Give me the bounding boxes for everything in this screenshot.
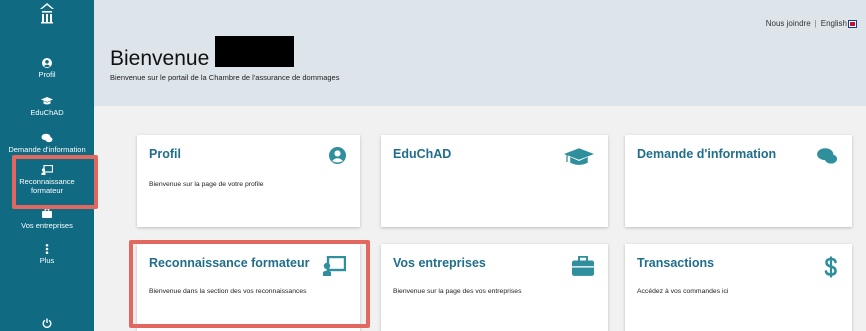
briefcase-icon [572, 255, 594, 281]
card-title: Vos entreprises [393, 256, 486, 270]
sidebar-item-demande-information[interactable]: Demande d'information [0, 133, 94, 154]
user-circle-icon [0, 58, 94, 68]
card-title: Profil [149, 147, 181, 161]
chat-bubbles-icon [0, 133, 94, 143]
logo-icon[interactable] [0, 2, 94, 26]
redacted-username [215, 36, 295, 67]
chalkboard-teacher-icon [322, 255, 347, 281]
chalkboard-teacher-icon [0, 165, 94, 175]
card-description: Bienvenue dans la section des vos reconn… [149, 288, 307, 295]
card-educhad[interactable]: EduChAD [381, 135, 608, 227]
card-description: Bienvenue sur la page des vos entreprise… [393, 288, 522, 295]
graduation-cap-icon [0, 96, 94, 106]
top-links: Nous joindre | English [766, 19, 857, 28]
sidebar-item-label: Vos entreprises [21, 221, 73, 230]
sidebar-item-label: Demande d'information [8, 145, 86, 154]
chat-bubbles-icon [816, 147, 838, 170]
sidebar-item-label: Profil [38, 70, 56, 79]
card-title: Demande d'information [637, 147, 777, 161]
page-title: Bienvenue [110, 36, 295, 74]
card-profil[interactable]: Profil Bienvenue sur la page de votre pr… [137, 135, 360, 227]
sidebar: Profil EduChAD Demande d'information Rec… [0, 0, 94, 331]
card-title: Transactions [637, 256, 715, 270]
dollar-icon [824, 256, 838, 283]
sidebar-item-profil[interactable]: Profil [0, 58, 94, 79]
card-description: Bienvenue sur la page de votre profile [149, 181, 264, 188]
card-demande-information[interactable]: Demande d'information [625, 135, 852, 227]
link-separator: | [814, 19, 817, 28]
logout-button[interactable] [0, 318, 94, 330]
card-reconnaissance-formateur[interactable]: Reconnaissance formateur Bienvenue dans … [137, 244, 360, 331]
sidebar-item-label: Reconnaissance formateur [19, 177, 75, 195]
language-label: English [820, 19, 847, 28]
uk-flag-icon [848, 20, 857, 28]
vertical-ellipsis-icon [0, 244, 94, 254]
sidebar-item-vos-entreprises[interactable]: Vos entreprises [0, 209, 94, 230]
page-subtitle: Bienvenue sur le portail de la Chambre d… [110, 73, 340, 82]
card-title: Reconnaissance formateur [149, 256, 310, 270]
sidebar-item-plus[interactable]: Plus [0, 244, 94, 265]
language-link[interactable]: English [820, 19, 857, 28]
sidebar-item-label: EduChAD [30, 108, 64, 117]
page-header: Nous joindre | English Bienvenue Bienven… [94, 0, 866, 106]
user-circle-icon [329, 147, 346, 169]
sidebar-item-educhad[interactable]: EduChAD [0, 96, 94, 117]
card-description: Accédez à vos commandes ici [637, 288, 729, 295]
sidebar-item-label: Plus [39, 256, 55, 265]
briefcase-icon [0, 209, 94, 219]
power-icon [0, 318, 94, 328]
card-vos-entreprises[interactable]: Vos entreprises Bienvenue sur la page de… [381, 244, 608, 331]
contact-link[interactable]: Nous joindre [766, 19, 811, 28]
graduation-cap-icon [564, 147, 594, 172]
welcome-title: Bienvenue [110, 46, 210, 70]
card-title: EduChAD [393, 147, 452, 161]
sidebar-item-reconnaissance-formateur[interactable]: Reconnaissance formateur [0, 165, 94, 195]
card-transactions[interactable]: Transactions Accédez à vos commandes ici [625, 244, 852, 331]
